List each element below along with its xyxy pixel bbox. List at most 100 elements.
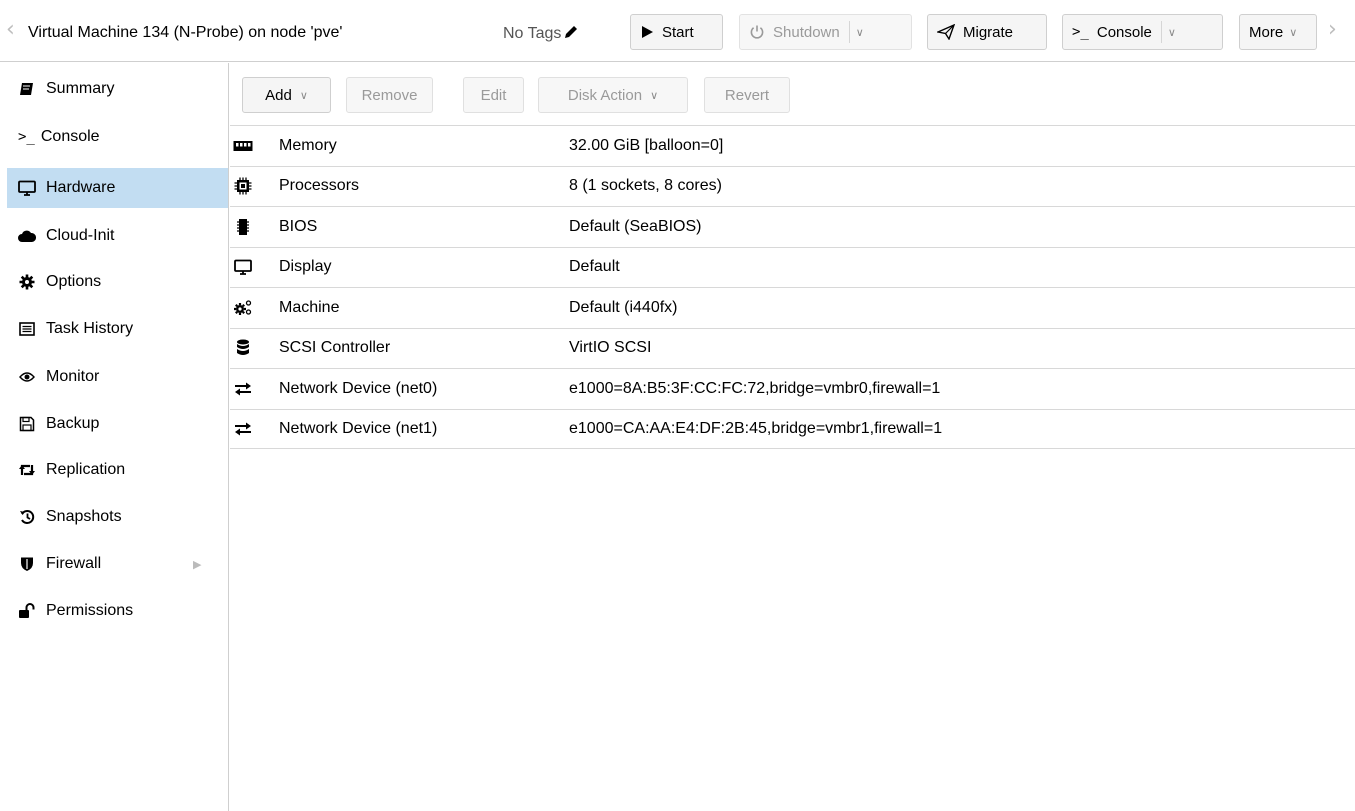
sidebar-item-label: Replication [46,461,126,478]
disk-action-button-label: Disk Action [567,86,643,104]
remove-button[interactable]: Remove [346,77,433,113]
terminal-icon: >_ [1072,24,1089,40]
scroll-left-icon[interactable]: ‹ [6,19,15,41]
chevron-down-icon[interactable]: ∨ [1168,26,1176,39]
sidebar-item-hardware[interactable]: Hardware [7,168,228,208]
console-button[interactable]: >_ Console ∨ [1062,14,1223,50]
shutdown-button[interactable]: Shutdown ∨ [739,14,912,50]
hardware-value: Default [569,258,620,276]
desktop-icon [18,180,36,196]
vm-title: Virtual Machine 134 (N-Probe) on node 'p… [28,24,343,41]
terminal-icon: >_ [18,129,35,145]
sidebar-item-label: Cloud-Init [46,227,115,244]
hardware-name: BIOS [279,217,318,235]
add-button[interactable]: Add ∨ [242,77,331,113]
database-icon [233,339,253,357]
sidebar-item-replication[interactable]: Replication [7,450,228,490]
play-icon [640,25,654,39]
cpu-icon [233,177,253,195]
hardware-panel: Add ∨ Remove Edit Disk Action ∨ Revert M… [230,63,1355,811]
start-button-label: Start [662,23,694,41]
retweet-icon [18,463,36,477]
sidebar-item-label: Monitor [46,368,100,385]
migrate-button[interactable]: Migrate [927,14,1047,50]
sidebar-item-options[interactable]: Options [7,262,228,302]
table-row[interactable]: SCSI Controller VirtIO SCSI [230,327,1355,369]
more-button[interactable]: More ∨ [1239,14,1317,50]
more-button-label: More [1249,23,1284,41]
sidebar-item-cloud-init[interactable]: Cloud-Init [7,216,228,256]
chevron-down-icon: ∨ [650,89,659,102]
sidebar-item-label: Backup [46,415,100,432]
sidebar-item-label: Console [40,128,100,145]
shutdown-button-label: Shutdown [773,23,840,41]
hardware-name: Memory [279,136,337,154]
edit-button-label: Edit [480,86,507,104]
table-row[interactable]: Network Device (net1) e1000=CA:AA:E4:DF:… [230,408,1355,449]
hardware-value: VirtIO SCSI [569,339,652,357]
revert-button-label: Revert [724,86,770,104]
hardware-value: Default (SeaBIOS) [569,217,702,235]
scroll-right-icon[interactable]: › [1328,19,1337,41]
chevron-down-icon[interactable]: ∨ [856,26,864,39]
sidebar-item-backup[interactable]: Backup [7,404,228,444]
tags-label: No Tags [503,25,562,42]
floppy-icon [18,416,36,432]
sidebar-item-monitor[interactable]: Monitor [7,357,228,397]
table-row[interactable]: Memory 32.00 GiB [balloon=0] [230,125,1355,166]
hardware-name: Network Device (net1) [279,419,438,437]
expand-arrow-icon[interactable]: ▶ [193,558,201,571]
edit-button[interactable]: Edit [463,77,524,113]
migrate-button-label: Migrate [963,23,1014,41]
remove-button-label: Remove [361,86,418,104]
sidebar-item-summary[interactable]: Summary [7,69,228,109]
table-row[interactable]: BIOS Default (SeaBIOS) [230,206,1355,247]
sidebar-item-label: Firewall [46,555,102,572]
sidebar-item-permissions[interactable]: Permissions [7,591,228,631]
tags-editor[interactable]: No Tags [503,24,579,43]
shield-icon [18,556,36,572]
unlock-icon [18,603,36,619]
chevron-down-icon: ∨ [1289,26,1298,39]
table-row[interactable]: Machine Default (i440fx) [230,287,1355,328]
gear-icon [18,274,36,290]
cloud-icon [18,229,36,243]
vm-header: ‹ Virtual Machine 134 (N-Probe) on node … [0,0,1355,62]
exchange-icon [233,422,253,436]
hardware-value: 8 (1 sockets, 8 cores) [569,177,722,195]
table-row[interactable]: Display Default [230,246,1355,288]
console-button-label: Console [1096,23,1152,41]
add-button-label: Add [265,86,292,104]
sidebar-item-task-history[interactable]: Task History [7,309,228,349]
table-row[interactable]: Processors 8 (1 sockets, 8 cores) [230,165,1355,207]
list-icon [18,322,36,336]
hardware-value: e1000=8A:B5:3F:CC:FC:72,bridge=vmbr0,fir… [569,379,941,397]
sidebar-item-label: Snapshots [46,508,122,525]
cogs-icon [233,299,253,317]
power-icon [749,24,765,40]
chevron-down-icon: ∨ [299,89,308,102]
hardware-name: SCSI Controller [279,339,391,357]
book-icon [18,81,36,97]
start-button[interactable]: Start [630,14,723,50]
exchange-icon [233,382,253,396]
sidebar-item-firewall[interactable]: Firewall ▶ [7,544,228,584]
eye-icon [18,371,36,383]
sidebar-item-label: Hardware [46,179,116,196]
hardware-value: 32.00 GiB [balloon=0] [569,136,724,154]
desktop-icon [233,259,253,276]
hardware-name: Processors [279,177,360,195]
paper-plane-icon [937,24,955,40]
revert-button[interactable]: Revert [704,77,790,113]
history-icon [18,509,36,525]
microchip-icon [233,218,253,236]
table-row[interactable]: Network Device (net0) e1000=8A:B5:3F:CC:… [230,368,1355,409]
sidebar-item-label: Options [46,273,102,290]
hardware-toolbar: Add ∨ Remove Edit Disk Action ∨ Revert [230,63,1355,125]
sidebar-item-snapshots[interactable]: Snapshots [7,497,228,537]
pencil-icon [565,26,578,38]
disk-action-button[interactable]: Disk Action ∨ [538,77,688,113]
sidebar-item-console[interactable]: >_ Console [7,117,228,157]
hardware-table: Memory 32.00 GiB [balloon=0] Processors … [230,125,1355,449]
hardware-value: e1000=CA:AA:E4:DF:2B:45,bridge=vmbr1,fir… [569,419,943,437]
